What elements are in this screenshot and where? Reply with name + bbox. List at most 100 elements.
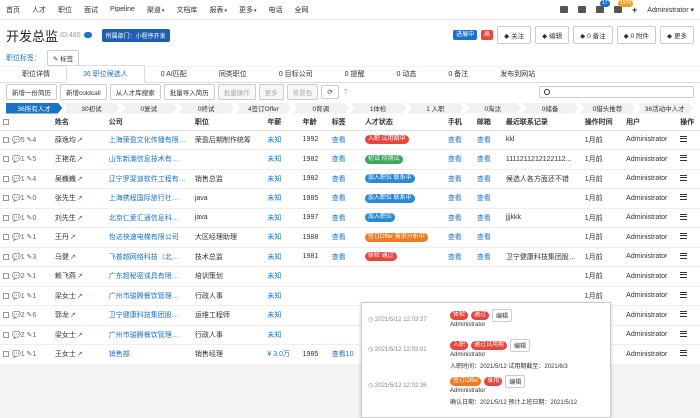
plus-icon[interactable]: +	[632, 5, 637, 15]
user-menu[interactable]: Administrator ▾	[647, 6, 694, 14]
status-badge[interactable]: 加入职位 联系中	[364, 193, 415, 203]
tab-7[interactable]: 0 备注	[432, 66, 484, 82]
candidate-name[interactable]: 王女士↗	[51, 344, 106, 365]
nav-item-9[interactable]: 电话	[268, 5, 282, 15]
nav-item-3[interactable]: 面试	[84, 5, 98, 15]
menu-icon[interactable]	[680, 272, 688, 279]
menu-icon[interactable]	[680, 291, 688, 298]
menu-icon[interactable]	[680, 174, 688, 181]
toolbar-button-0[interactable]: 新增一份简历	[6, 84, 57, 100]
tag-view-link[interactable]: 查看10	[328, 344, 362, 365]
company-link[interactable]: 飞普越网络科技（北…	[105, 247, 192, 267]
email-view-link[interactable]: 查看	[473, 149, 503, 170]
pipeline-step-9[interactable]: 0储备	[521, 102, 579, 114]
candidate-name[interactable]: 梁女士↗	[51, 325, 106, 345]
company-link[interactable]: 广州市骏腾餐饮管理…	[105, 286, 192, 306]
header-button-1[interactable]: ◆ 编辑	[535, 26, 570, 44]
menu-icon[interactable]	[680, 330, 688, 337]
pipeline-step-10[interactable]: 0猎头推荐	[579, 102, 636, 114]
select-all-checkbox[interactable]	[3, 118, 9, 125]
history-user[interactable]: Administrator	[450, 352, 485, 358]
bell-icon[interactable]: 1970	[614, 0, 634, 13]
nav-item-0[interactable]: 首页	[6, 5, 20, 15]
add-label-button[interactable]: ✎ 标签	[47, 50, 80, 66]
status-badge[interactable]: 加入职位	[364, 213, 395, 223]
tag-view-link[interactable]: 查看	[328, 188, 362, 209]
column-header-0[interactable]	[0, 115, 52, 131]
toolbar-button-4[interactable]: 批量操作	[217, 84, 256, 100]
external-link-icon[interactable]: ↗	[70, 254, 76, 261]
tab-8[interactable]: 发布到网站	[484, 66, 551, 82]
menu-icon[interactable]	[680, 233, 688, 240]
pipeline-step-3[interactable]: 0终试	[177, 102, 235, 114]
user-icon[interactable]	[578, 6, 587, 13]
tab-5[interactable]: 0 提醒	[329, 66, 381, 82]
phone-view-link[interactable]	[444, 266, 474, 287]
phone-view-link[interactable]: 查看	[444, 208, 474, 228]
history-user[interactable]: Administrator	[450, 322, 485, 328]
tab-0[interactable]: 职位详情	[6, 66, 66, 82]
tag-view-link[interactable]: 查看	[328, 208, 362, 228]
toolbar-button-6[interactable]: 背景色	[286, 84, 319, 100]
tag-view-link[interactable]: 查看	[328, 149, 362, 170]
external-link-icon[interactable]: ↗	[70, 312, 76, 319]
pipeline-step-4[interactable]: 4签订Offer	[235, 102, 292, 114]
status-badge[interactable]: 签订Offer 需求分析中	[364, 232, 428, 242]
candidate-name[interactable]: 王艳花↗	[51, 149, 106, 170]
tag-view-link[interactable]	[328, 325, 362, 345]
tag-view-link[interactable]	[328, 305, 362, 326]
tag-view-link[interactable]: 查看	[328, 169, 362, 189]
candidate-name[interactable]: 梁女士↗	[51, 286, 106, 306]
tab-3[interactable]: 同类职位	[203, 66, 263, 82]
row-checkbox[interactable]	[3, 175, 9, 182]
row-checkbox[interactable]	[3, 136, 9, 143]
external-link-icon[interactable]: ↗	[77, 293, 83, 300]
history-user[interactable]: Administrator	[450, 388, 485, 394]
external-link-icon[interactable]: ↗	[77, 195, 83, 202]
mail-icon[interactable]: 17	[596, 0, 610, 13]
wechat-icon[interactable]	[83, 32, 92, 38]
candidate-name[interactable]: 赖飞燕↗	[51, 266, 106, 287]
tag-view-link[interactable]: 查看	[328, 227, 362, 248]
company-link[interactable]: 卫宁健康科技集团股…	[105, 305, 192, 326]
candidate-name[interactable]: 薛逸均↗	[51, 130, 106, 150]
row-checkbox[interactable]	[3, 292, 9, 299]
refresh-icon[interactable]: ⟳	[321, 85, 339, 99]
company-link[interactable]: 上海荣盈文化传播有限…	[105, 130, 192, 150]
external-link-icon[interactable]: ↗	[70, 234, 76, 241]
external-link-icon[interactable]: ↗	[77, 176, 83, 183]
phone-view-link[interactable]: 查看	[444, 188, 474, 209]
status-badge[interactable]: 体检 通过	[364, 252, 397, 262]
company-link[interactable]: 辽宁罗斐迪软件工程有…	[105, 169, 192, 189]
toolbar-button-1[interactable]: 新增coldcall	[60, 84, 107, 100]
toolbar-button-3[interactable]: 批量导入简历	[163, 84, 215, 100]
pipeline-step-2[interactable]: 0复试	[120, 102, 177, 114]
history-edit-button[interactable]: 编辑	[505, 375, 526, 388]
menu-icon[interactable]	[680, 135, 688, 142]
email-view-link[interactable]: 查看	[473, 169, 503, 189]
toolbar-button-2[interactable]: 从人才库搜索	[109, 84, 161, 100]
row-checkbox[interactable]	[3, 351, 9, 358]
header-button-3[interactable]: ◆ 0 附件	[616, 26, 656, 44]
company-link[interactable]: 山东新潮信息技术有…	[105, 149, 192, 170]
email-view-link[interactable]: 查看	[473, 227, 503, 248]
row-checkbox[interactable]	[3, 195, 9, 202]
menu-icon[interactable]	[680, 194, 688, 201]
nav-item-5[interactable]: 渠道▾	[147, 5, 165, 15]
phone-view-link[interactable]: 查看	[444, 227, 474, 248]
menu-icon[interactable]	[680, 155, 688, 162]
company-link[interactable]: 销售部	[105, 344, 192, 365]
help-icon[interactable]: ?	[344, 89, 348, 96]
tab-4[interactable]: 0 目标公司	[263, 66, 329, 82]
company-link[interactable]: 广州市骏腾餐饮管理…	[105, 325, 192, 345]
menu-icon[interactable]	[680, 350, 688, 357]
phone-view-link[interactable]: 查看	[444, 247, 474, 267]
row-checkbox[interactable]	[3, 331, 9, 338]
pipeline-step-5[interactable]: 0背调	[292, 102, 349, 114]
row-checkbox[interactable]	[3, 253, 9, 260]
phone-view-link[interactable]: 查看	[444, 169, 474, 189]
row-checkbox[interactable]	[3, 234, 9, 241]
candidate-name[interactable]: 刘先生↗	[51, 208, 106, 228]
history-edit-button[interactable]: 编辑	[492, 309, 513, 322]
header-button-2[interactable]: ◆ 0 备注	[573, 26, 613, 44]
